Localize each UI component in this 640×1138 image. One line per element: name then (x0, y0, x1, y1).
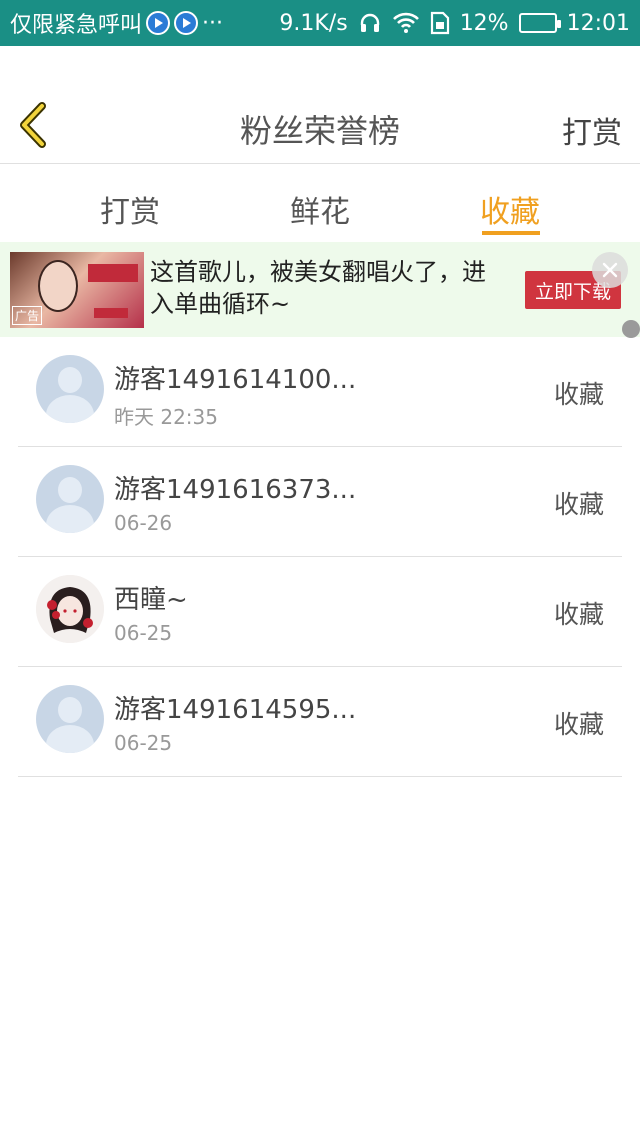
header: 粉丝荣誉榜 打赏 (0, 88, 640, 164)
action-label: 收藏 (553, 490, 604, 519)
active-tab-indicator (482, 231, 540, 235)
reward-button[interactable]: 打赏 (562, 108, 622, 152)
sim-icon (430, 11, 450, 35)
tab-bar: 打赏 鲜花 收藏 (0, 165, 640, 241)
clock: 12:01 (566, 10, 630, 36)
fan-list: 游客1491614100... 昨天 22:35 收藏 游客1491616373… (18, 337, 622, 777)
list-item[interactable]: 西瞳~ 06-25 收藏 (18, 557, 622, 667)
avatar[interactable] (36, 355, 104, 423)
list-item[interactable]: 游客1491614595... 06-25 收藏 (18, 667, 622, 777)
more-dots: ··· (202, 10, 223, 36)
avatar[interactable] (36, 465, 104, 533)
app-icon (174, 11, 199, 35)
tab-reward[interactable]: 打赏 (60, 187, 200, 231)
page-title: 粉丝荣誉榜 (239, 112, 400, 150)
close-icon[interactable] (592, 252, 628, 288)
ad-mark-icon (622, 320, 640, 338)
timestamp: 06-25 (114, 621, 173, 645)
battery-percent: 12% (459, 10, 509, 36)
list-item[interactable]: 游客1491614100... 昨天 22:35 收藏 (18, 337, 622, 447)
avatar[interactable] (36, 685, 104, 753)
ad-tag: 广告 (12, 306, 43, 325)
action-label: 收藏 (553, 710, 604, 739)
headphones-icon (358, 11, 382, 35)
user-name: 西瞳~ (114, 585, 188, 615)
ad-banner[interactable]: 广告 这首歌儿，被美女翻唱火了，进入单曲循环~ 立即下载 (0, 242, 640, 338)
timestamp: 06-25 (114, 731, 173, 755)
app-icon (146, 11, 171, 35)
user-name: 游客1491614595... (114, 695, 357, 725)
user-name: 游客1491614100... (114, 365, 357, 395)
user-name: 游客1491616373... (114, 475, 357, 505)
network-speed: 9.1K/s (279, 10, 348, 36)
timestamp: 昨天 22:35 (114, 405, 218, 429)
tab-favorites[interactable]: 收藏 (440, 187, 580, 231)
avatar[interactable] (36, 575, 104, 643)
battery-icon (518, 13, 561, 33)
action-label: 收藏 (553, 600, 604, 629)
ad-text[interactable]: 这首歌儿，被美女翻唱火了，进入单曲循环~ (150, 256, 500, 320)
status-bar: 仅限紧急呼叫 ··· 9.1K/s 12% 12:01 (0, 0, 640, 46)
carrier-text: 仅限紧急呼叫 (10, 13, 143, 38)
list-item[interactable]: 游客1491616373... 06-26 收藏 (18, 447, 622, 557)
timestamp: 06-26 (114, 511, 173, 535)
wifi-icon (392, 12, 420, 34)
action-label: 收藏 (553, 380, 604, 409)
tab-flowers[interactable]: 鲜花 (250, 187, 390, 231)
